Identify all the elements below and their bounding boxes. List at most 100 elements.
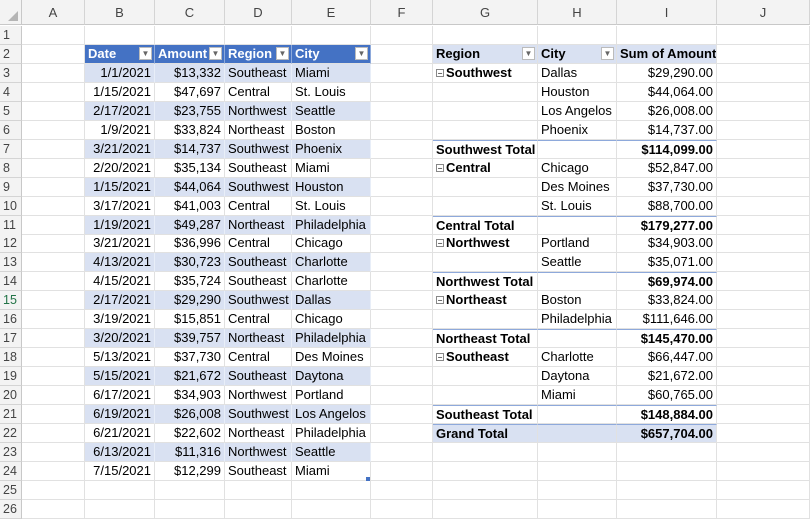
region-cell[interactable]: Central xyxy=(225,348,292,368)
pivot-amount[interactable]: $14,737.00 xyxy=(617,120,717,140)
pivot-subtotal-amount[interactable]: $145,470.00 xyxy=(617,329,717,349)
city-cell[interactable]: Philadelphia xyxy=(292,423,371,443)
region-cell[interactable]: Northwest xyxy=(225,442,292,462)
pivot-subtotal-blank[interactable] xyxy=(538,423,617,443)
region-cell[interactable]: Central xyxy=(225,310,292,330)
city-cell[interactable]: Charlotte xyxy=(292,253,371,273)
row-header-12[interactable]: 12 xyxy=(0,234,22,254)
empty-cell[interactable] xyxy=(717,461,810,481)
column-header-j[interactable]: J xyxy=(717,0,810,25)
date-cell[interactable]: 6/13/2021 xyxy=(85,442,155,462)
empty-cell[interactable] xyxy=(371,329,433,349)
amount-cell[interactable]: $35,134 xyxy=(155,158,225,178)
city-cell[interactable]: Seattle xyxy=(292,101,371,121)
table-header-region[interactable]: Region ▼ xyxy=(225,44,292,64)
table-resize-handle[interactable] xyxy=(366,476,370,481)
pivot-subtotal-amount[interactable]: $179,277.00 xyxy=(617,215,717,235)
empty-cell[interactable] xyxy=(22,196,85,216)
empty-cell[interactable] xyxy=(22,82,85,102)
region-cell[interactable]: Southwest xyxy=(225,139,292,159)
pivot-amount[interactable]: $66,447.00 xyxy=(617,348,717,368)
empty-cell[interactable] xyxy=(538,480,617,500)
empty-cell[interactable] xyxy=(371,272,433,292)
city-cell[interactable]: Chicago xyxy=(292,310,371,330)
pivot-amount[interactable]: $29,290.00 xyxy=(617,63,717,83)
column-header-g[interactable]: G xyxy=(433,0,538,25)
row-header-7[interactable]: 7 xyxy=(0,139,22,159)
row-header-18[interactable]: 18 xyxy=(0,348,22,368)
empty-cell[interactable] xyxy=(371,101,433,121)
pivot-city[interactable]: Houston xyxy=(538,82,617,102)
region-cell[interactable]: Northeast xyxy=(225,120,292,140)
filter-dropdown-icon[interactable]: ▼ xyxy=(355,46,368,60)
pivot-filter-dropdown-icon[interactable]: ▼ xyxy=(522,46,535,60)
pivot-subtotal-label[interactable]: Southeast Total xyxy=(433,405,538,424)
empty-cell[interactable] xyxy=(22,348,85,368)
region-cell[interactable]: Southwest xyxy=(225,177,292,197)
region-cell[interactable]: Central xyxy=(225,82,292,102)
filter-dropdown-icon[interactable]: ▼ xyxy=(276,46,289,60)
date-cell[interactable]: 6/19/2021 xyxy=(85,405,155,424)
pivot-city[interactable]: St. Louis xyxy=(538,196,617,216)
empty-cell[interactable] xyxy=(717,101,810,121)
collapse-icon[interactable]: − xyxy=(436,353,444,362)
date-cell[interactable]: 2/17/2021 xyxy=(85,291,155,311)
empty-cell[interactable] xyxy=(717,480,810,500)
empty-cell[interactable] xyxy=(292,26,371,45)
empty-cell[interactable] xyxy=(433,82,538,102)
column-header-e[interactable]: E xyxy=(292,0,371,25)
empty-cell[interactable] xyxy=(371,499,433,519)
city-cell[interactable]: Portland xyxy=(292,386,371,406)
empty-cell[interactable] xyxy=(717,442,810,462)
row-header-25[interactable]: 25 xyxy=(0,480,22,500)
empty-cell[interactable] xyxy=(225,26,292,45)
date-cell[interactable]: 5/15/2021 xyxy=(85,367,155,387)
date-cell[interactable]: 6/21/2021 xyxy=(85,423,155,443)
empty-cell[interactable] xyxy=(22,253,85,273)
region-cell[interactable]: Southeast xyxy=(225,272,292,292)
empty-cell[interactable] xyxy=(371,348,433,368)
empty-cell[interactable] xyxy=(717,82,810,102)
amount-cell[interactable]: $33,824 xyxy=(155,120,225,140)
row-header-23[interactable]: 23 xyxy=(0,442,22,462)
row-header-22[interactable]: 22 xyxy=(0,423,22,443)
empty-cell[interactable] xyxy=(717,177,810,197)
pivot-subtotal-label[interactable]: Northwest Total xyxy=(433,272,538,292)
empty-cell[interactable] xyxy=(717,63,810,83)
amount-cell[interactable]: $44,064 xyxy=(155,177,225,197)
region-cell[interactable]: Southeast xyxy=(225,253,292,273)
column-header-f[interactable]: F xyxy=(371,0,433,25)
empty-cell[interactable] xyxy=(22,291,85,311)
region-cell[interactable]: Southeast xyxy=(225,63,292,83)
city-cell[interactable]: Chicago xyxy=(292,234,371,254)
pivot-subtotal-blank[interactable] xyxy=(538,272,617,292)
row-header-9[interactable]: 9 xyxy=(0,177,22,197)
empty-cell[interactable] xyxy=(717,423,810,443)
city-cell[interactable]: Miami xyxy=(292,461,371,481)
empty-cell[interactable] xyxy=(292,480,371,500)
city-cell[interactable]: Boston xyxy=(292,120,371,140)
pivot-subtotal-blank[interactable] xyxy=(538,405,617,424)
pivot-subtotal-blank[interactable] xyxy=(538,329,617,349)
empty-cell[interactable] xyxy=(371,120,433,140)
amount-cell[interactable]: $49,287 xyxy=(155,215,225,235)
table-header-amount[interactable]: Amount ▼ xyxy=(155,44,225,64)
pivot-region-group[interactable]: − Southeast xyxy=(433,348,538,368)
empty-cell[interactable] xyxy=(22,272,85,292)
empty-cell[interactable] xyxy=(433,253,538,273)
amount-cell[interactable]: $29,290 xyxy=(155,291,225,311)
row-header-1[interactable]: 1 xyxy=(0,26,22,45)
collapse-icon[interactable]: − xyxy=(436,239,444,248)
empty-cell[interactable] xyxy=(22,310,85,330)
row-header-2[interactable]: 2 xyxy=(0,44,22,64)
pivot-city[interactable]: Phoenix xyxy=(538,120,617,140)
empty-cell[interactable] xyxy=(433,101,538,121)
empty-cell[interactable] xyxy=(538,442,617,462)
empty-cell[interactable] xyxy=(717,499,810,519)
empty-cell[interactable] xyxy=(717,367,810,387)
empty-cell[interactable] xyxy=(433,386,538,406)
table-header-city[interactable]: City ▼ xyxy=(292,44,371,64)
empty-cell[interactable] xyxy=(371,63,433,83)
amount-cell[interactable]: $22,602 xyxy=(155,423,225,443)
region-cell[interactable]: Southeast xyxy=(225,461,292,481)
